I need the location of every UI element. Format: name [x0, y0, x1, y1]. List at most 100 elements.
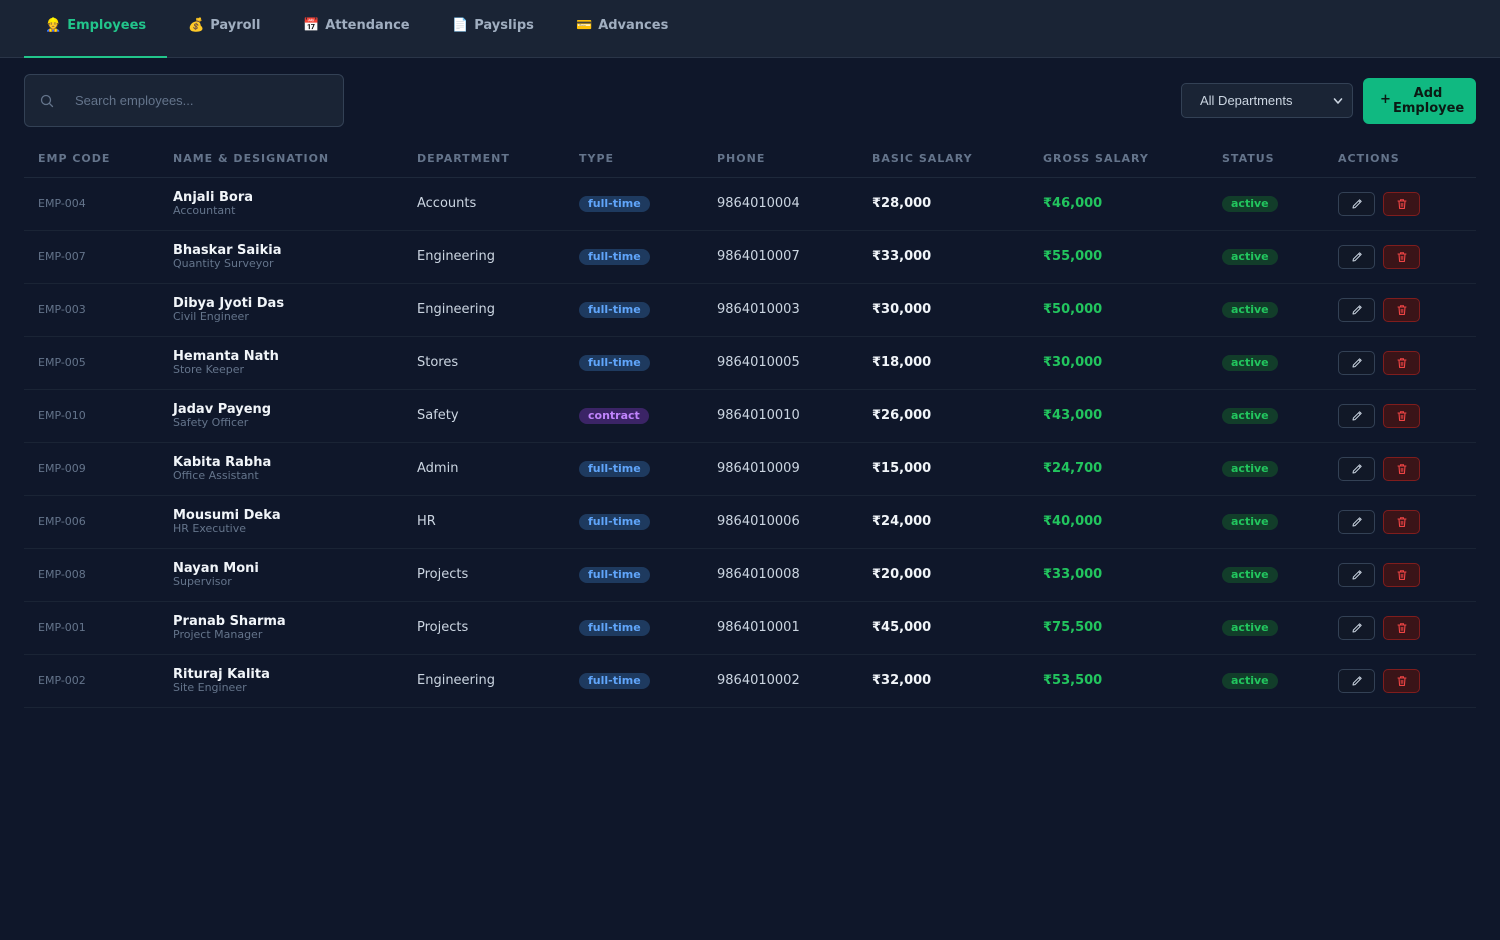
row-actions — [1338, 562, 1476, 587]
employment-type-badge: full-time — [579, 619, 650, 636]
table-row[interactable]: EMP-001 Pranab Sharma Project Manager Pr… — [24, 601, 1476, 655]
delete-button[interactable] — [1383, 191, 1420, 216]
phone-number: 9864010009 — [717, 461, 800, 476]
phone-number: 9864010004 — [717, 196, 800, 211]
status-badge: active — [1222, 619, 1278, 636]
emp-code: EMP-002 — [38, 674, 86, 687]
edit-button[interactable] — [1338, 244, 1375, 269]
delete-button[interactable] — [1383, 297, 1420, 322]
status-badge: active — [1222, 513, 1278, 530]
status-badge: active — [1222, 248, 1278, 265]
employee-designation: Store Keeper — [173, 362, 245, 376]
table-row[interactable]: EMP-004 Anjali Bora Accountant Accounts … — [24, 177, 1476, 231]
tab-label: Advances — [598, 18, 669, 33]
table-row[interactable]: EMP-008 Nayan Moni Supervisor Projects f… — [24, 548, 1476, 602]
edit-button[interactable] — [1338, 350, 1375, 375]
employees-table: EMP CODE NAME & DESIGNATION DEPARTMENT T… — [24, 141, 1476, 708]
table-row[interactable]: EMP-007 Bhaskar Saikia Quantity Surveyor… — [24, 230, 1476, 284]
tab-payroll[interactable]: 💰 Payroll — [188, 18, 260, 58]
toolbar: All Departments + Add Employee — [24, 74, 1476, 127]
delete-button[interactable] — [1383, 244, 1420, 269]
column-header-type[interactable]: TYPE — [565, 141, 703, 178]
trash-icon — [1396, 516, 1407, 527]
employment-type-badge: full-time — [579, 460, 650, 477]
table-row[interactable]: EMP-005 Hemanta Nath Store Keeper Stores… — [24, 336, 1476, 390]
pencil-icon — [1352, 304, 1362, 314]
edit-button[interactable] — [1338, 403, 1375, 428]
edit-button[interactable] — [1338, 509, 1375, 534]
delete-button[interactable] — [1383, 509, 1420, 534]
edit-button[interactable] — [1338, 456, 1375, 481]
row-actions — [1338, 509, 1476, 534]
gross-salary: ₹46,000 — [1043, 196, 1103, 211]
table-row[interactable]: EMP-003 Dibya Jyoti Das Civil Engineer E… — [24, 283, 1476, 337]
column-header-status[interactable]: STATUS — [1208, 141, 1324, 178]
delete-button[interactable] — [1383, 456, 1420, 481]
emp-code: EMP-009 — [38, 462, 86, 475]
gross-salary: ₹53,500 — [1043, 673, 1103, 688]
top-nav-tabs: 👷 Employees 💰 Payroll 📅 Attendance 📄 Pay… — [0, 0, 1500, 58]
delete-button[interactable] — [1383, 350, 1420, 375]
emp-code: EMP-004 — [38, 197, 86, 210]
employee-name: Bhaskar Saikia — [173, 242, 282, 258]
pencil-icon — [1352, 675, 1362, 685]
column-header-name[interactable]: NAME & DESIGNATION — [159, 141, 403, 178]
column-header-phone[interactable]: PHONE — [703, 141, 858, 178]
delete-button[interactable] — [1383, 562, 1420, 587]
employment-type-badge: full-time — [579, 672, 650, 689]
delete-button[interactable] — [1383, 668, 1420, 693]
employment-type-badge: full-time — [579, 301, 650, 318]
search-input[interactable] — [75, 75, 335, 126]
tab-payslips[interactable]: 📄 Payslips — [452, 18, 534, 58]
trash-icon — [1396, 675, 1407, 686]
pencil-icon — [1352, 622, 1362, 632]
employee-designation: Office Assistant — [173, 468, 259, 482]
basic-salary: ₹20,000 — [872, 567, 932, 582]
table-row[interactable]: EMP-009 Kabita Rabha Office Assistant Ad… — [24, 442, 1476, 496]
tab-attendance[interactable]: 📅 Attendance — [303, 18, 410, 58]
table-row[interactable]: EMP-002 Rituraj Kalita Site Engineer Eng… — [24, 654, 1476, 708]
column-header-department[interactable]: DEPARTMENT — [403, 141, 565, 178]
basic-salary: ₹33,000 — [872, 249, 932, 264]
pencil-icon — [1352, 516, 1362, 526]
pencil-icon — [1352, 357, 1362, 367]
gross-salary: ₹43,000 — [1043, 408, 1103, 423]
column-header-emp-code[interactable]: EMP CODE — [24, 141, 159, 178]
money-bag-icon: 💰 — [188, 18, 205, 33]
employee-designation: HR Executive — [173, 521, 246, 535]
emp-code: EMP-010 — [38, 409, 86, 422]
edit-button[interactable] — [1338, 562, 1375, 587]
add-employee-button[interactable]: + Add Employee — [1363, 78, 1476, 124]
credit-card-icon: 💳 — [576, 18, 593, 33]
delete-button[interactable] — [1383, 403, 1420, 428]
column-header-gross-salary[interactable]: GROSS SALARY — [1029, 141, 1208, 178]
pencil-icon — [1352, 251, 1362, 261]
status-badge: active — [1222, 460, 1278, 477]
status-badge: active — [1222, 407, 1278, 424]
phone-number: 9864010001 — [717, 620, 800, 635]
column-header-basic-salary[interactable]: BASIC SALARY — [858, 141, 1029, 178]
basic-salary: ₹32,000 — [872, 673, 932, 688]
tab-label: Payslips — [474, 18, 534, 33]
construction-worker-icon: 👷 — [45, 18, 62, 33]
edit-button[interactable] — [1338, 191, 1375, 216]
emp-code: EMP-006 — [38, 515, 86, 528]
department-filter-select[interactable]: All Departments — [1181, 83, 1353, 118]
edit-button[interactable] — [1338, 615, 1375, 640]
delete-button[interactable] — [1383, 615, 1420, 640]
table-row[interactable]: EMP-006 Mousumi Deka HR Executive HR ful… — [24, 495, 1476, 549]
edit-button[interactable] — [1338, 668, 1375, 693]
edit-button[interactable] — [1338, 297, 1375, 322]
department: Safety — [417, 408, 459, 423]
table-row[interactable]: EMP-010 Jadav Payeng Safety Officer Safe… — [24, 389, 1476, 443]
gross-salary: ₹24,700 — [1043, 461, 1103, 476]
employment-type-badge: full-time — [579, 354, 650, 371]
emp-code: EMP-003 — [38, 303, 86, 316]
tab-label: Payroll — [210, 18, 261, 33]
tab-advances[interactable]: 💳 Advances — [576, 18, 668, 58]
row-actions — [1338, 297, 1476, 322]
row-actions — [1338, 668, 1476, 693]
tab-employees[interactable]: 👷 Employees — [23, 18, 168, 58]
row-actions — [1338, 350, 1476, 375]
employee-designation: Accountant — [173, 203, 236, 217]
